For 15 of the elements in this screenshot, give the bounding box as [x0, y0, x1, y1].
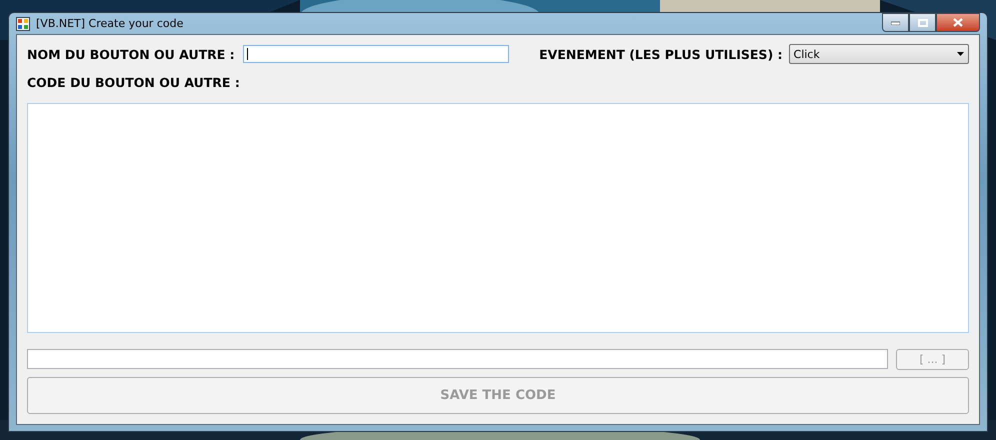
name-input-field[interactable] [242, 45, 510, 63]
maximize-icon [918, 18, 928, 26]
field-label: EVENEMENT (LES PLUS UTILISES) : [539, 46, 783, 62]
maximize-button[interactable] [909, 13, 936, 32]
field-label: NOM DU BOUTON OU AUTRE : [27, 46, 235, 62]
close-icon [953, 18, 963, 27]
close-button[interactable] [936, 13, 980, 32]
minimize-button[interactable] [882, 13, 909, 32]
minimize-icon [891, 20, 900, 24]
path-input-field[interactable] [27, 349, 888, 369]
app-icon [16, 16, 30, 30]
dropdown-arrow-icon [957, 52, 964, 56]
event-dropdown[interactable]: Click [788, 44, 969, 64]
field-label: CODE DU BOUTON OU AUTRE : [27, 74, 240, 90]
window-title: [VB.NET] Create your code [36, 17, 184, 30]
